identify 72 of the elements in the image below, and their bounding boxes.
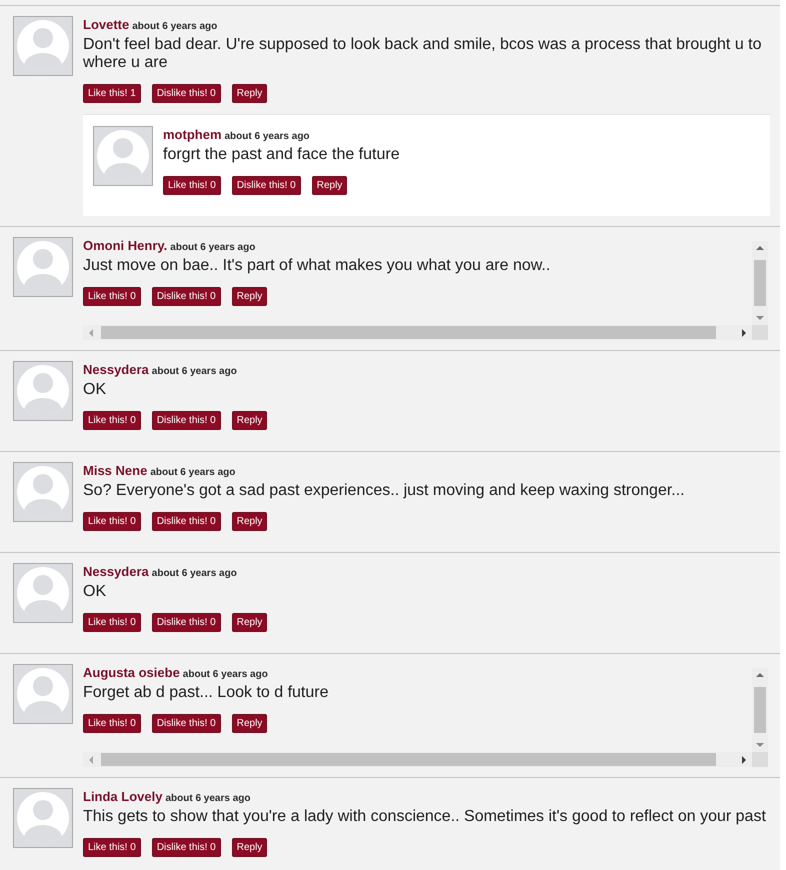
scrollbar-thumb[interactable] <box>101 753 716 766</box>
scroll-up-arrow-icon[interactable] <box>756 671 764 679</box>
comment-text: Forget ab d past... Look to d future <box>83 684 330 702</box>
dislike-button[interactable]: Dislike this! 0 <box>152 411 221 430</box>
vertical-scrollbar[interactable] <box>752 668 768 752</box>
avatar-icon <box>13 16 73 76</box>
comment-text: OK <box>83 583 108 601</box>
dislike-button[interactable]: Dislike this! 0 <box>152 287 221 306</box>
dislike-button[interactable]: Dislike this! 0 <box>152 613 221 632</box>
like-button[interactable]: Like this! 0 <box>83 613 141 632</box>
comment-time: about 6 years ago <box>224 131 310 142</box>
scrollbar-thumb[interactable] <box>754 260 766 306</box>
like-button[interactable]: Like this! 0 <box>83 287 141 306</box>
comment-time: about 6 years ago <box>165 793 250 804</box>
comment-time: about 6 years ago <box>170 242 256 253</box>
author-name[interactable]: Omoni Henry. <box>83 238 168 253</box>
comment-text: forgrt the past and face the future <box>163 146 401 164</box>
dislike-button[interactable]: Dislike this! 0 <box>152 838 221 857</box>
comment-text: OK <box>83 381 108 399</box>
like-button[interactable]: Like this! 0 <box>83 411 141 430</box>
comment-time: about 6 years ago <box>152 568 237 579</box>
like-button[interactable]: Like this! 0 <box>83 838 141 857</box>
dislike-button[interactable]: Dislike this! 0 <box>152 512 221 531</box>
author-name[interactable]: motphem <box>163 127 222 142</box>
scroll-right-arrow-icon[interactable] <box>740 756 748 764</box>
avatar-icon <box>13 462 73 522</box>
author-name[interactable]: Lovette <box>83 17 130 32</box>
avatar-icon <box>13 664 73 724</box>
comment-text: So? Everyone's got a sad past experiences.. just moving and keep waxing stronger... <box>83 482 686 500</box>
vertical-scrollbar[interactable] <box>752 241 768 325</box>
dislike-button[interactable]: Dislike this! 0 <box>152 714 221 733</box>
comment-text: Just move on bae.. It's part of what makes you what you are now.. <box>83 257 552 275</box>
reply-button[interactable]: Reply <box>232 512 268 531</box>
comment-time: about 6 years ago <box>182 669 268 680</box>
author-name[interactable]: Linda Lovely <box>83 789 162 804</box>
comment-text: Don't feel bad dear. U're supposed to look back and smile, bcos was a process that brought u to where u are <box>83 36 763 72</box>
author-name[interactable]: Augusta osiebe <box>83 665 180 680</box>
author-name[interactable]: Nessydera <box>83 564 149 579</box>
author-name[interactable]: Nessydera <box>83 362 149 377</box>
avatar-icon <box>93 126 153 186</box>
avatar-icon <box>13 361 73 421</box>
reply-button[interactable]: Reply <box>232 613 268 632</box>
comment-text: This gets to show that you're a lady with conscience.. Sometimes it's good to reflect on your past <box>83 808 767 826</box>
horizontal-scrollbar[interactable] <box>83 325 752 340</box>
comment-time: about 6 years ago <box>150 467 236 478</box>
avatar-icon <box>13 563 73 623</box>
like-button[interactable]: Like this! 0 <box>83 714 141 733</box>
scroll-down-arrow-icon[interactable] <box>756 314 764 322</box>
dislike-button[interactable]: Dislike this! 0 <box>152 84 221 103</box>
avatar-icon <box>13 788 73 848</box>
scrollbar-thumb[interactable] <box>101 326 716 339</box>
scroll-right-arrow-icon[interactable] <box>740 328 748 336</box>
like-button[interactable]: Like this! 0 <box>163 176 221 195</box>
scroll-left-arrow-icon[interactable] <box>87 756 95 764</box>
like-button[interactable]: Like this! 0 <box>83 512 141 531</box>
avatar-icon <box>13 237 73 297</box>
scroll-left-arrow-icon[interactable] <box>87 328 95 336</box>
reply-button[interactable]: Reply <box>232 84 268 103</box>
scrollbar-thumb[interactable] <box>754 687 766 733</box>
comment-time: about 6 years ago <box>132 21 218 32</box>
scroll-up-arrow-icon[interactable] <box>756 244 764 252</box>
reply-button[interactable]: Reply <box>312 176 348 195</box>
horizontal-scrollbar[interactable] <box>83 752 752 767</box>
scroll-down-arrow-icon[interactable] <box>756 741 764 749</box>
reply-button[interactable]: Reply <box>232 714 268 733</box>
dislike-button[interactable]: Dislike this! 0 <box>232 176 301 195</box>
reply-button[interactable]: Reply <box>232 287 268 306</box>
reply-button[interactable]: Reply <box>232 838 268 857</box>
comment-time: about 6 years ago <box>152 366 237 377</box>
author-name[interactable]: Miss Nene <box>83 463 148 478</box>
reply-button[interactable]: Reply <box>232 411 268 430</box>
like-button[interactable]: Like this! 1 <box>83 84 141 103</box>
